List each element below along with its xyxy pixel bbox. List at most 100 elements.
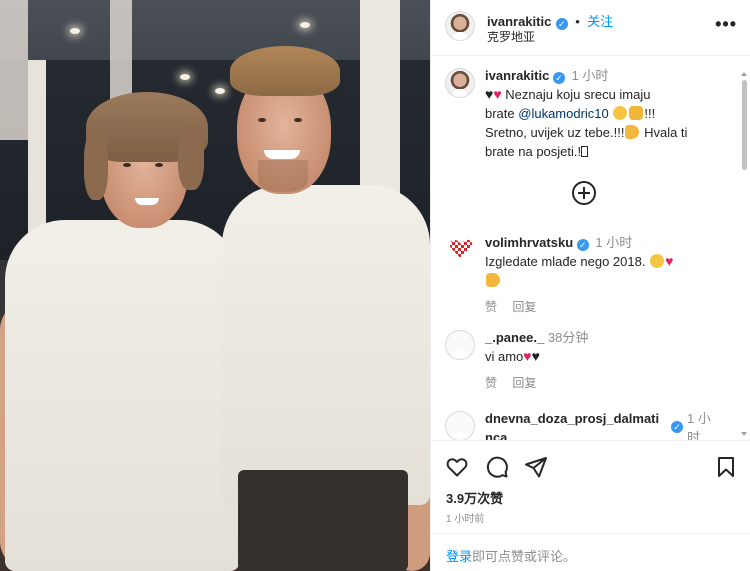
comment-header: _.panee._ 38分钟	[485, 328, 735, 347]
verified-icon: ✓	[555, 18, 568, 30]
caption-line1-text: Neznaju koju srecu imaju	[505, 87, 651, 102]
comments-list: ivanrakitic ✓ 1 小时 ♥♥ Neznaju koju srecu…	[431, 56, 750, 440]
comment-text: vi amo	[485, 349, 524, 364]
heart-icon[interactable]	[445, 455, 469, 479]
author-username[interactable]: ivanrakitic	[487, 14, 551, 29]
login-prompt-text: 即可点赞或评论。	[472, 549, 577, 564]
caption-line3-suffix: Hvala ti	[640, 125, 688, 140]
author-avatar[interactable]	[445, 11, 475, 41]
croatia-heart-avatar[interactable]	[447, 235, 475, 263]
comment-body: _.panee._ 38分钟 vi amo♥♥ 赞 回复	[485, 328, 735, 391]
caption-line4-text: brate na posjeti.!	[485, 144, 582, 159]
crying-emoji-icon	[629, 106, 644, 120]
person-left-shirt	[5, 220, 240, 571]
share-icon[interactable]	[524, 455, 548, 479]
comment-icon[interactable]	[485, 455, 509, 479]
comment-actions: 赞 回复	[485, 374, 735, 391]
person-left-eye	[155, 163, 163, 167]
photo-light	[180, 74, 190, 80]
posted-time[interactable]: 1 小时前	[446, 510, 484, 525]
caption-line2-prefix: brate	[485, 106, 519, 121]
comment-time: 1 小	[687, 411, 711, 426]
comment-avatar[interactable]	[445, 330, 475, 360]
follow-button[interactable]: 关注	[587, 14, 613, 29]
comment-reply-button[interactable]: 回复	[512, 300, 536, 314]
flexed-bicep-icon	[486, 273, 500, 287]
person-left-hair	[178, 126, 204, 190]
person-left-hair	[84, 130, 108, 200]
caption-line3-text: Sretno, uvijek uz tebe.!!!	[485, 125, 625, 140]
person-right-smile	[264, 150, 300, 159]
comment-time: 1 小时	[595, 235, 633, 250]
comment-text-row: vi amo♥♥	[485, 347, 735, 366]
person-right-beard	[258, 160, 308, 192]
grin-emoji-icon	[613, 106, 628, 120]
post-sidebar: ivanrakitic ✓ • 关注 克罗地亚 ••• ivanrakitic …	[430, 0, 750, 571]
comment-text: Izgledate mlađe nego 2018.	[485, 254, 646, 269]
header-dot: •	[575, 14, 580, 29]
plus-circle-icon[interactable]	[572, 181, 596, 205]
caption-header: ivanrakitic ✓ 1 小时	[485, 66, 735, 85]
croatia-heart-icon	[449, 239, 473, 259]
comment-header: volimhrvatsku ✓ 1 小时	[485, 233, 735, 252]
person-right-hair	[230, 46, 340, 96]
verified-icon: ✓	[576, 239, 589, 251]
caption-avatar[interactable]	[445, 68, 475, 98]
comment-text-row-2	[485, 271, 735, 290]
comment-like-button[interactable]: 赞	[485, 376, 497, 390]
photo-beam	[0, 0, 28, 140]
scroll-down-icon[interactable]	[741, 432, 747, 436]
bookmark-icon[interactable]	[715, 455, 737, 479]
grin-emoji-icon	[650, 254, 665, 268]
comment-header-line2: nca 时	[485, 428, 735, 440]
post-location[interactable]: 克罗地亚	[487, 28, 535, 45]
post-footer: 3.9万次赞 1 小时前 登录即可点赞或评论。	[431, 440, 750, 571]
mention-link[interactable]: @lukamodric10	[518, 106, 609, 121]
plus-vertical	[583, 187, 585, 199]
comment-body: dnevna_doza_prosj_dalmati ✓ 1 小 nca 时	[485, 409, 735, 440]
scroll-thumb[interactable]	[742, 80, 747, 170]
red-heart-icon: ♥	[523, 348, 532, 364]
comment-time: 38分钟	[547, 330, 589, 345]
post-header: ivanrakitic ✓ • 关注 克罗地亚 •••	[431, 0, 750, 56]
caption-line-4: brate na posjeti.!	[485, 142, 735, 161]
caption-line-1: ♥♥ Neznaju koju srecu imaju	[485, 85, 735, 104]
comment-reply-button[interactable]: 回复	[512, 376, 536, 390]
caption-time: 1 小时	[571, 68, 609, 83]
caption-line-3: Sretno, uvijek uz tebe.!!! Hvala ti	[485, 123, 735, 142]
person-right-eye	[294, 118, 302, 122]
comment-username[interactable]: dnevna_doza_prosj_dalmati	[485, 411, 659, 426]
person-right-trousers	[238, 470, 408, 571]
caption-line2-suffix: !!!	[644, 106, 656, 121]
caption-username[interactable]: ivanrakitic	[485, 68, 549, 83]
unknown-glyph-icon	[581, 146, 589, 157]
photo-light	[215, 88, 225, 94]
comment-body: volimhrvatsku ✓ 1 小时 Izgledate mlađe neg…	[485, 233, 735, 315]
comment-text-row: Izgledate mlađe nego 2018. ♥	[485, 252, 735, 271]
comment-avatar[interactable]	[445, 411, 475, 440]
red-heart-icon: ♥	[493, 86, 502, 102]
person-left-smile	[135, 198, 159, 205]
scroll-up-icon[interactable]	[741, 72, 747, 76]
post-photo[interactable]	[0, 0, 430, 571]
person-left-eye	[123, 163, 131, 167]
comment-username[interactable]: _.panee._	[485, 330, 544, 345]
red-heart-icon: ♥	[665, 253, 674, 269]
ellipsis-icon[interactable]: •••	[715, 14, 737, 35]
comment-username[interactable]: volimhrvatsku	[485, 235, 573, 250]
likes-count[interactable]: 3.9万次赞	[446, 488, 503, 507]
photo-light	[70, 28, 80, 34]
person-right-shirt	[222, 185, 430, 505]
login-link[interactable]: 登录	[446, 549, 472, 564]
verified-icon: ✓	[552, 72, 565, 84]
comment-header: dnevna_doza_prosj_dalmati ✓ 1 小	[485, 409, 735, 433]
comment-time-continued: 时	[687, 430, 701, 440]
login-prompt: 登录即可点赞或评论。	[431, 533, 750, 571]
comment-username-continued[interactable]: nca	[485, 430, 507, 440]
comments-scrollbar[interactable]	[741, 72, 748, 440]
comment-like-button[interactable]: 赞	[485, 300, 497, 314]
photo-light	[300, 22, 310, 28]
flexed-bicep-icon	[625, 125, 640, 139]
comment-actions: 赞 回复	[485, 298, 735, 315]
caption-body: ivanrakitic ✓ 1 小时 ♥♥ Neznaju koju srecu…	[485, 66, 735, 161]
